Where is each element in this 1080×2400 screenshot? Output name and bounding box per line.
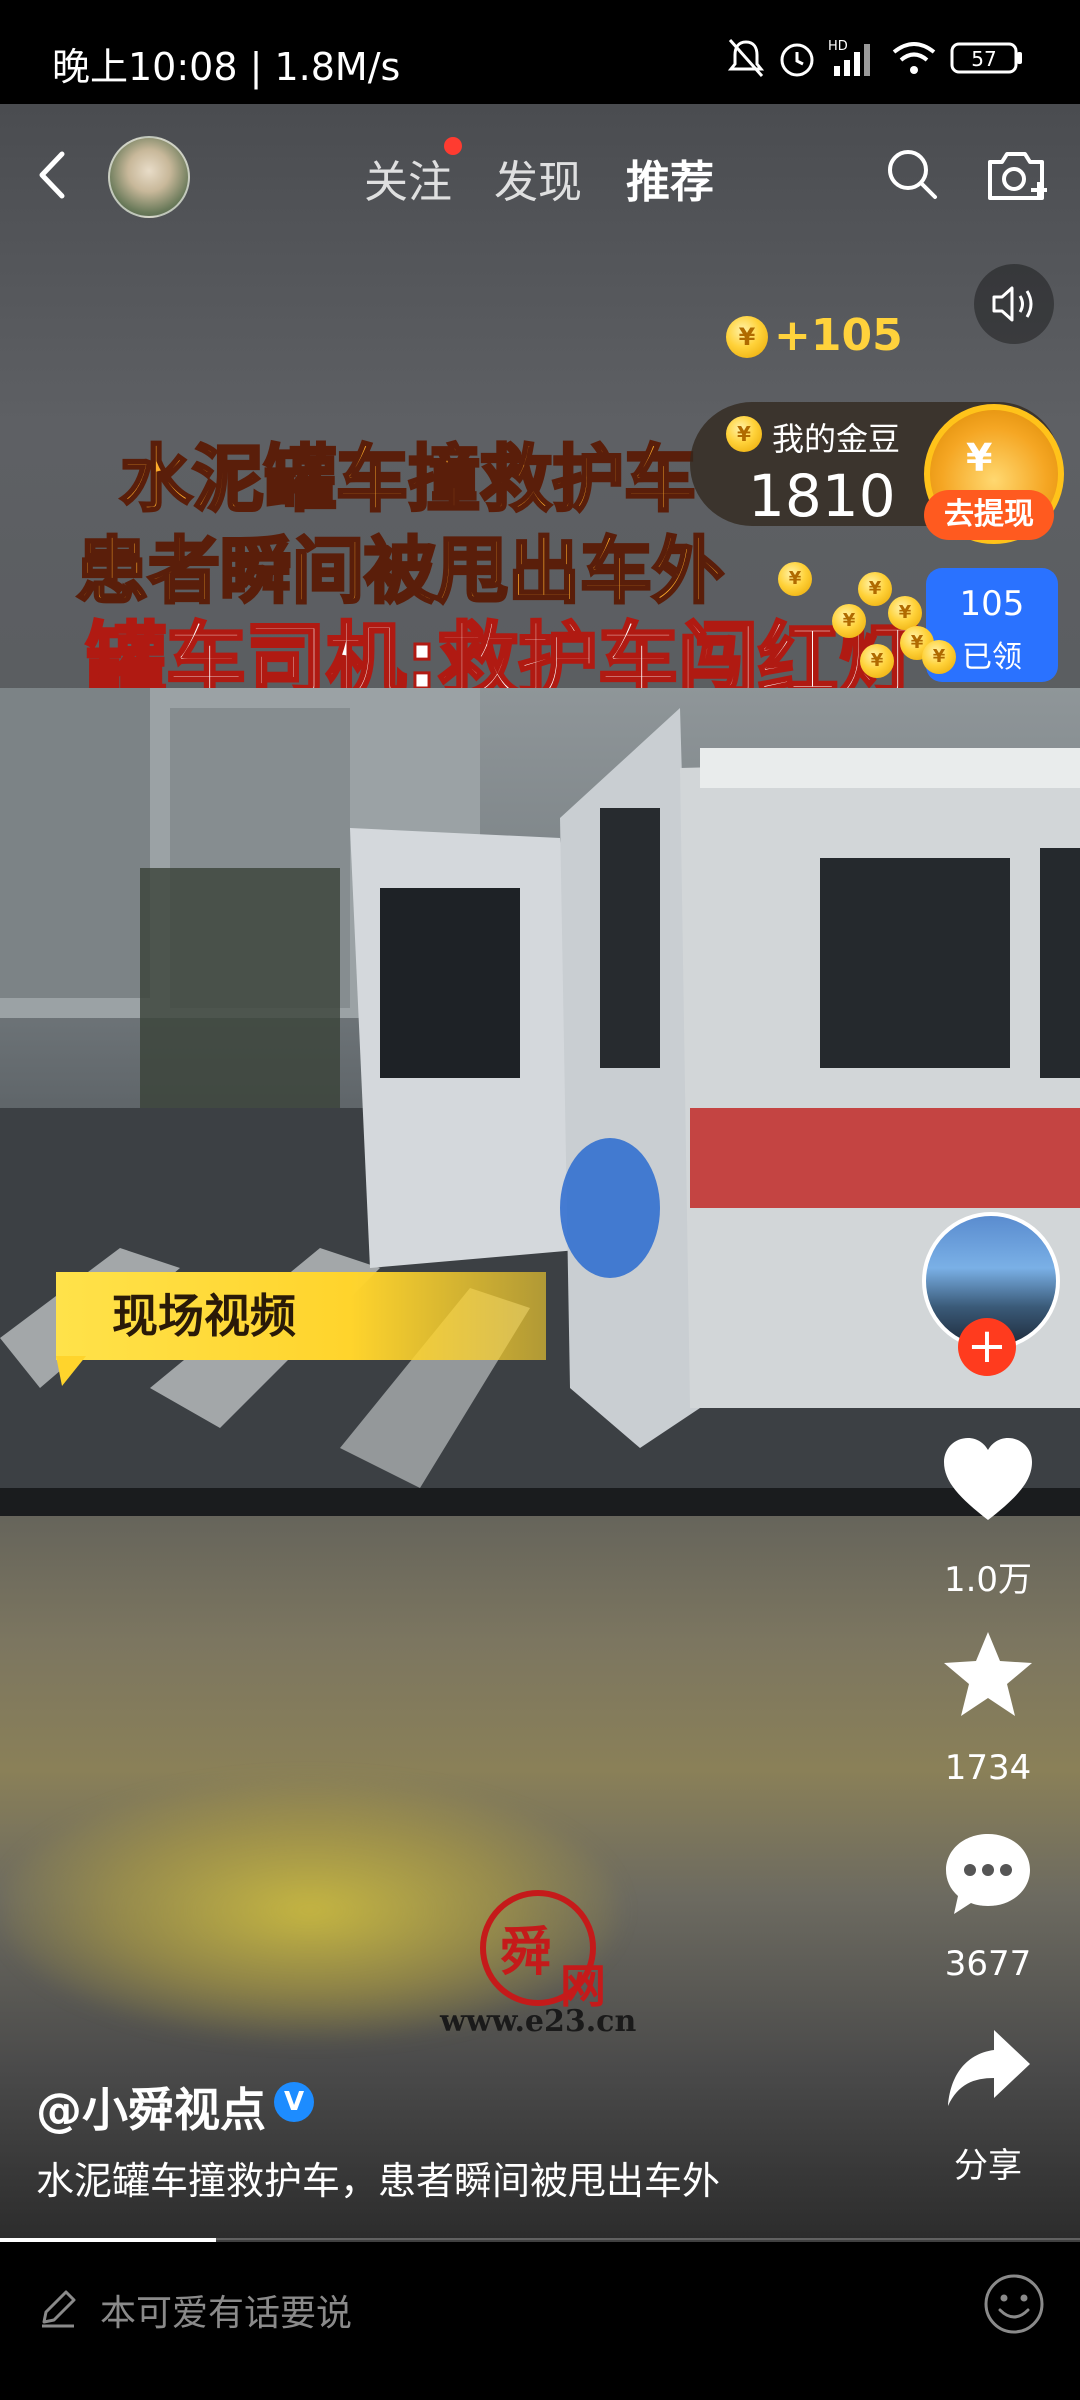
verified-badge-icon: V xyxy=(274,2082,314,2122)
follow-plus-button[interactable]: + xyxy=(958,1318,1016,1376)
gold-bean-label: 我的金豆 xyxy=(772,420,901,458)
video-frame[interactable] xyxy=(0,688,1080,1516)
status-time: 晚上10:08 | 1.8M/s xyxy=(52,45,401,89)
favorite-count: 1734 xyxy=(944,1748,1032,1788)
claimed-count: 105 xyxy=(959,584,1025,624)
share-label[interactable]: 分享 xyxy=(920,2138,1056,2187)
alarm-icon xyxy=(780,43,814,77)
mute-bell-icon xyxy=(727,39,765,77)
comment-count: 3677 xyxy=(944,1944,1032,1984)
gold-bean-count: 1810 xyxy=(748,462,896,530)
notification-dot xyxy=(444,137,462,155)
watermark-seal-text: 舜 xyxy=(500,1923,553,1983)
coin-reward: +105 xyxy=(774,310,903,361)
share-icon[interactable] xyxy=(944,2026,1034,2112)
author-name[interactable]: @小舜视点 xyxy=(36,2074,266,2140)
coin-icon: ¥ xyxy=(726,416,762,452)
video-caption[interactable]: 水泥罐车撞救护车，患者瞬间被甩出车外 xyxy=(36,2150,720,2205)
coin-icon: ¥ xyxy=(778,562,812,596)
search-icon[interactable] xyxy=(884,146,940,202)
coin-icon: ¥ xyxy=(858,572,892,606)
yuan-symbol: ¥ xyxy=(966,436,993,480)
pencil-icon xyxy=(42,2290,76,2328)
tab-discover[interactable]: 发现 xyxy=(494,146,582,210)
coin-icon: ¥ xyxy=(860,644,894,678)
video-scene xyxy=(0,688,1080,1516)
emoji-icon[interactable] xyxy=(982,2272,1046,2336)
like-icon[interactable] xyxy=(940,1436,1036,1524)
svg-text:57: 57 xyxy=(971,47,996,71)
camera-icon[interactable] xyxy=(984,146,1050,204)
tab-follow[interactable]: 关注 xyxy=(364,146,452,210)
like-count: 1.0万 xyxy=(943,1560,1033,1600)
speaker-icon xyxy=(992,286,1033,322)
withdraw-button[interactable]: 去提现 xyxy=(924,490,1054,540)
back-icon[interactable] xyxy=(34,148,70,202)
wifi-icon xyxy=(892,42,936,74)
coin-icon: ¥ xyxy=(832,604,866,638)
user-avatar[interactable] xyxy=(108,136,190,218)
tag-tail xyxy=(56,1356,86,1386)
coin-icon: ¥ xyxy=(922,640,956,674)
tab-recommend[interactable]: 推荐 xyxy=(626,146,714,210)
live-video-tag: 现场视频 xyxy=(56,1272,546,1360)
watermark-url: www.e23.cn xyxy=(440,2004,637,2039)
comment-icon[interactable] xyxy=(942,1830,1034,1920)
coin-icon: ¥ xyxy=(888,596,922,630)
comment-input[interactable]: 本可爱有话要说 xyxy=(100,2284,352,2336)
coin-icon: ¥ xyxy=(726,316,768,358)
battery-icon: 57 xyxy=(950,42,1022,74)
signal-icon: HD xyxy=(828,39,870,76)
svg-text:HD: HD xyxy=(828,39,848,54)
favorite-star-icon[interactable] xyxy=(942,1628,1034,1720)
